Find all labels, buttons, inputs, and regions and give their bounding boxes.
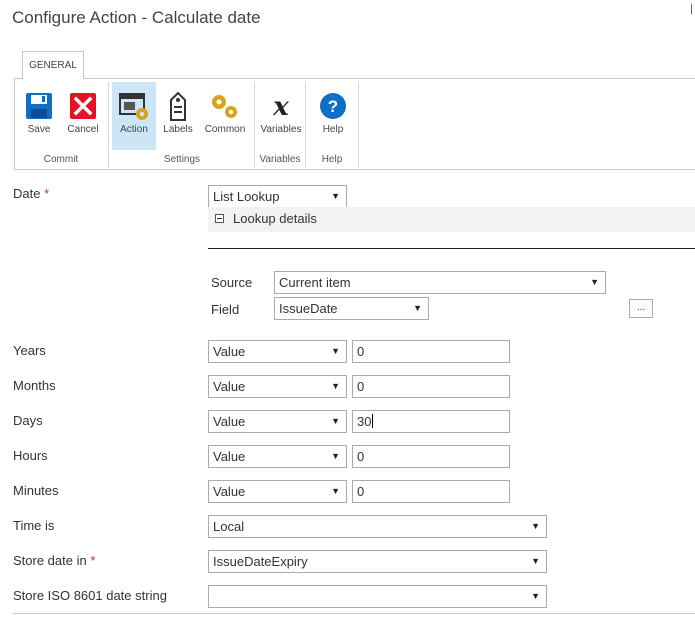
common-button[interactable]: Common [203, 82, 247, 150]
time-is-value: Local [213, 519, 245, 534]
lookup-details-title: Lookup details [233, 211, 317, 226]
cancel-x-icon [70, 93, 96, 119]
chevron-down-icon: ▼ [531, 521, 540, 531]
years-type-select[interactable]: Value ▼ [208, 340, 347, 363]
store-date-select[interactable]: IssueDateExpiry ▼ [208, 550, 547, 573]
tab-general[interactable]: GENERAL [22, 51, 84, 79]
date-type-value: List Lookup [213, 189, 280, 204]
years-type-value: Value [213, 344, 246, 359]
hours-label: Hours [13, 448, 48, 463]
months-input[interactable]: 0 [352, 375, 510, 398]
store-iso-label: Store ISO 8601 date string [13, 588, 167, 603]
hours-type-value: Value [213, 449, 246, 464]
chevron-down-icon: ▼ [331, 451, 340, 461]
help-button[interactable]: ? Help [311, 82, 355, 150]
chevron-down-icon: ▼ [590, 277, 599, 287]
minutes-type-value: Value [213, 484, 246, 499]
minutes-type-select[interactable]: Value ▼ [208, 480, 347, 503]
help-label: Help [322, 124, 344, 135]
ribbon-divider [358, 82, 359, 168]
store-iso-select[interactable]: ▼ [208, 585, 547, 608]
store-date-value: IssueDateExpiry [213, 554, 308, 569]
chevron-down-icon: ▼ [531, 591, 540, 601]
label-tag-icon [170, 91, 186, 121]
variables-button[interactable]: x Variables [259, 82, 303, 150]
chevron-down-icon: ▼ [331, 416, 340, 426]
time-is-label: Time is [13, 518, 55, 533]
svg-text:?: ? [328, 97, 338, 116]
minutes-label: Minutes [13, 483, 59, 498]
chevron-down-icon: ▼ [331, 486, 340, 496]
field-label: Field [211, 302, 240, 317]
labels-button[interactable]: Labels [156, 82, 200, 150]
variable-x-icon: x [272, 92, 289, 122]
chevron-down-icon: ▼ [331, 381, 340, 391]
chevron-down-icon: ▼ [331, 346, 340, 356]
field-value: IssueDate [279, 301, 338, 316]
svg-text:x: x [272, 92, 289, 122]
help-question-icon: ? [320, 93, 346, 119]
store-date-label: Store date in * [13, 553, 95, 568]
group-label-help: Help [321, 154, 343, 165]
window-edge-mark [691, 4, 692, 14]
source-label: Source [211, 275, 253, 290]
chevron-down-icon: ▼ [331, 191, 340, 201]
group-label-settings: Settings [163, 154, 201, 165]
variables-label: Variables [260, 124, 302, 135]
field-select[interactable]: IssueDate ▼ [274, 297, 429, 320]
hours-type-select[interactable]: Value ▼ [208, 445, 347, 468]
days-type-select[interactable]: Value ▼ [208, 410, 347, 433]
months-type-value: Value [213, 379, 246, 394]
chevron-down-icon: ▼ [413, 303, 422, 313]
hours-input[interactable]: 0 [352, 445, 510, 468]
save-disk-icon [26, 93, 52, 119]
date-label: Date * [13, 186, 49, 201]
time-is-select[interactable]: Local ▼ [208, 515, 547, 538]
source-select[interactable]: Current item ▼ [274, 271, 606, 294]
required-mark: * [44, 186, 50, 201]
action-window-gear-icon [119, 93, 148, 120]
footer-divider [13, 613, 695, 614]
action-button[interactable]: Action [112, 82, 156, 150]
save-button[interactable]: Save [17, 82, 61, 150]
cancel-button[interactable]: Cancel [61, 82, 105, 150]
group-label-variables: Variables [259, 154, 301, 165]
common-label: Common [204, 124, 246, 135]
chevron-down-icon: ▼ [531, 556, 540, 566]
lookup-divider [208, 248, 695, 249]
required-mark: * [90, 553, 96, 568]
date-type-select[interactable]: List Lookup ▼ [208, 185, 347, 208]
days-input[interactable]: 30 [352, 410, 510, 433]
cancel-label: Cancel [67, 124, 99, 135]
lookup-details-header[interactable]: Lookup details [208, 207, 695, 232]
group-label-commit: Commit [43, 154, 79, 165]
days-type-value: Value [213, 414, 246, 429]
days-label: Days [13, 413, 43, 428]
text-caret [372, 414, 374, 428]
browse-button[interactable]: ... [629, 299, 653, 318]
collapse-icon[interactable] [215, 214, 224, 223]
years-label: Years [13, 343, 46, 358]
date-label-text: Date [13, 186, 41, 201]
store-date-label-text: Store date in [13, 553, 87, 568]
years-input[interactable]: 0 [352, 340, 510, 363]
dialog-title: Configure Action - Calculate date [12, 8, 261, 27]
months-label: Months [13, 378, 56, 393]
months-type-select[interactable]: Value ▼ [208, 375, 347, 398]
source-value: Current item [279, 275, 351, 290]
gears-icon [212, 95, 237, 118]
days-input-value: 30 [357, 414, 372, 429]
minutes-input[interactable]: 0 [352, 480, 510, 503]
